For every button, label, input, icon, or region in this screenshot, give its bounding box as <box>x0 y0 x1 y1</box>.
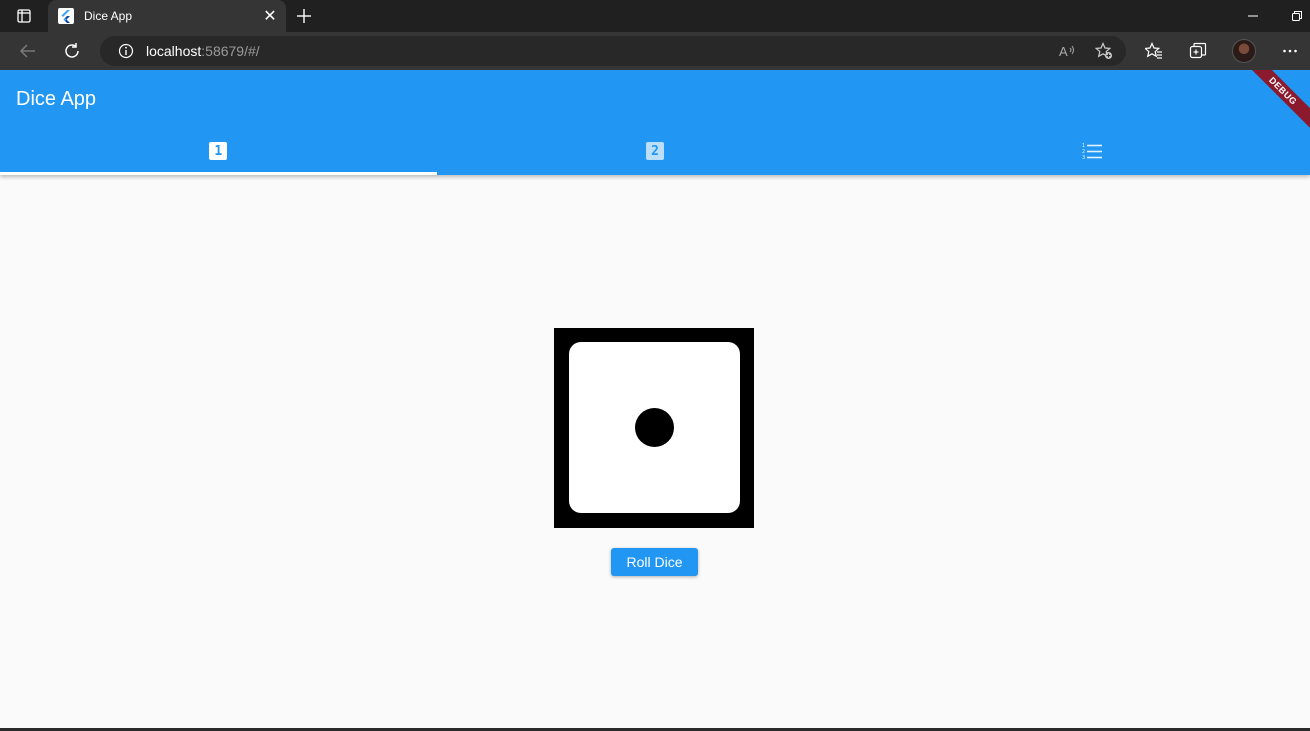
close-tab-icon[interactable]: ✕ <box>258 4 282 28</box>
tab-actions-button[interactable] <box>8 4 40 28</box>
tab-actions-icon <box>17 9 31 23</box>
favorites-button[interactable] <box>1138 35 1170 67</box>
favorites-icon <box>1145 42 1162 59</box>
more-options-icon <box>1283 49 1297 53</box>
app-viewport: Dice App 1 2 123 DEBUG Roll Dice <box>0 70 1310 728</box>
tab-dice-1[interactable]: 1 <box>0 127 437 175</box>
restore-button[interactable] <box>1274 0 1310 32</box>
back-arrow-icon <box>19 44 35 58</box>
collections-button[interactable] <box>1182 35 1214 67</box>
svg-text:A: A <box>1059 44 1068 59</box>
tab-title: Dice App <box>84 9 133 23</box>
flutter-icon <box>58 8 74 24</box>
info-icon[interactable] <box>118 43 134 59</box>
app-title: Dice App <box>16 88 97 110</box>
roll-dice-button[interactable]: Roll Dice <box>611 548 698 576</box>
url-path: :58679/#/ <box>201 43 260 59</box>
debug-banner: DEBUG <box>1239 70 1310 135</box>
browser-tab[interactable]: Dice App ✕ <box>48 0 286 32</box>
url-host: localhost <box>146 43 202 59</box>
new-tab-button[interactable] <box>290 4 318 28</box>
svg-text:3: 3 <box>1082 155 1085 160</box>
read-aloud-button[interactable]: A <box>1054 39 1082 63</box>
browser-tab-strip: Dice App ✕ <box>0 0 1310 32</box>
refresh-button[interactable] <box>56 35 88 67</box>
list-icon: 123 <box>1082 143 1102 160</box>
star-plus-icon <box>1095 42 1112 59</box>
avatar <box>1232 39 1256 63</box>
tab-dice-2[interactable]: 2 <box>437 127 874 175</box>
dice-face <box>569 342 740 513</box>
app-tab-bar: 1 2 123 <box>0 127 1310 175</box>
tab-list[interactable]: 123 <box>873 127 1310 175</box>
looks-one-icon: 1 <box>209 142 228 160</box>
minimize-icon <box>1248 15 1258 17</box>
profile-button[interactable] <box>1228 35 1260 67</box>
add-favorite-button[interactable] <box>1090 39 1118 63</box>
address-bar[interactable]: localhost:58679/#/ A <box>100 36 1126 66</box>
url-text: localhost:58679/#/ <box>146 43 260 59</box>
dice-image <box>554 328 754 528</box>
looks-two-icon: 2 <box>646 142 664 160</box>
dice-pip <box>635 408 674 447</box>
settings-menu-button[interactable] <box>1274 35 1306 67</box>
plus-icon <box>297 9 311 23</box>
app-bar: Dice App 1 2 123 DEBUG <box>0 70 1310 175</box>
read-aloud-icon: A <box>1059 44 1074 59</box>
refresh-icon <box>65 43 79 58</box>
back-button[interactable] <box>12 35 44 67</box>
restore-icon <box>1292 11 1302 21</box>
browser-toolbar: localhost:58679/#/ A <box>0 32 1310 70</box>
collections-icon <box>1189 42 1207 59</box>
minimize-button[interactable] <box>1230 0 1276 32</box>
